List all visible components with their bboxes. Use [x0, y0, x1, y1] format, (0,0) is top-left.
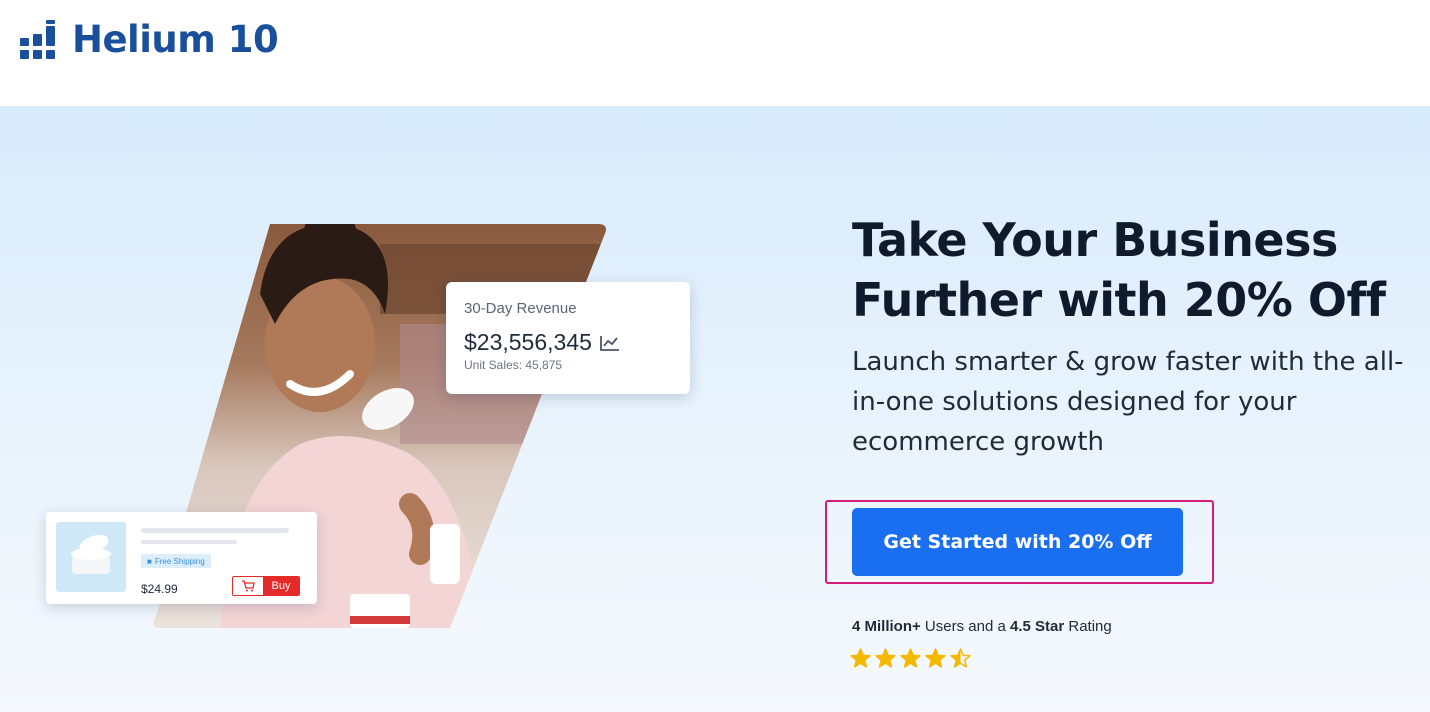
unit-sales: Unit Sales: 45,875: [464, 358, 563, 372]
star-full-icon: [900, 648, 921, 668]
jar-icon: [71, 534, 111, 574]
get-started-button[interactable]: Get Started with 20% Off: [852, 508, 1183, 576]
product-price: $24.99: [141, 582, 178, 596]
social-proof-text: 4 Million+ Users and a 4.5 Star Rating: [852, 618, 1112, 635]
star-half-icon: [950, 648, 971, 668]
product-card: ■ Free Shipping $24.99 Buy: [46, 512, 317, 604]
product-subtitle-placeholder: [141, 540, 237, 544]
star-full-icon: [925, 648, 946, 668]
shipping-badge-label: Free Shipping: [154, 556, 205, 566]
cart-icon: [233, 577, 263, 595]
rating-stars: [850, 648, 971, 668]
revenue-value-row: $23,556,345: [464, 329, 672, 356]
buy-label: Buy: [263, 577, 299, 595]
line-chart-icon: [600, 335, 619, 351]
helium10-logo[interactable]: Helium 10: [20, 18, 279, 61]
hero-section: 30-Day Revenue $23,556,345 Unit Sales: 4…: [0, 106, 1430, 712]
buy-button[interactable]: Buy: [232, 576, 300, 596]
free-shipping-badge: ■ Free Shipping: [141, 554, 211, 568]
star-full-icon: [850, 648, 871, 668]
site-header: Helium 10: [0, 0, 1430, 106]
revenue-title: 30-Day Revenue: [464, 300, 577, 317]
rating-value: 4.5 Star: [1009, 618, 1065, 635]
logo-text: Helium 10: [72, 18, 279, 61]
users-suffix: Users and a: [920, 618, 1010, 635]
product-thumbnail: [56, 522, 126, 592]
hero-content: Take Your Business Further with 20% Off …: [852, 210, 1430, 462]
product-title-placeholder: [141, 528, 289, 533]
headline-line-1: Take Your Business: [852, 213, 1338, 267]
hero-headline: Take Your Business Further with 20% Off: [852, 210, 1430, 330]
users-count: 4 Million+: [852, 618, 921, 635]
star-full-icon: [875, 648, 896, 668]
logo-bars-icon: [20, 19, 62, 60]
revenue-value: $23,556,345: [464, 329, 592, 355]
revenue-card: 30-Day Revenue $23,556,345 Unit Sales: 4…: [446, 282, 690, 394]
rating-suffix: Rating: [1064, 618, 1112, 635]
hero-subheadline: Launch smarter & grow faster with the al…: [852, 347, 1404, 457]
truck-icon: ■: [147, 556, 152, 566]
headline-line-2: Further with 20% Off: [852, 273, 1386, 327]
